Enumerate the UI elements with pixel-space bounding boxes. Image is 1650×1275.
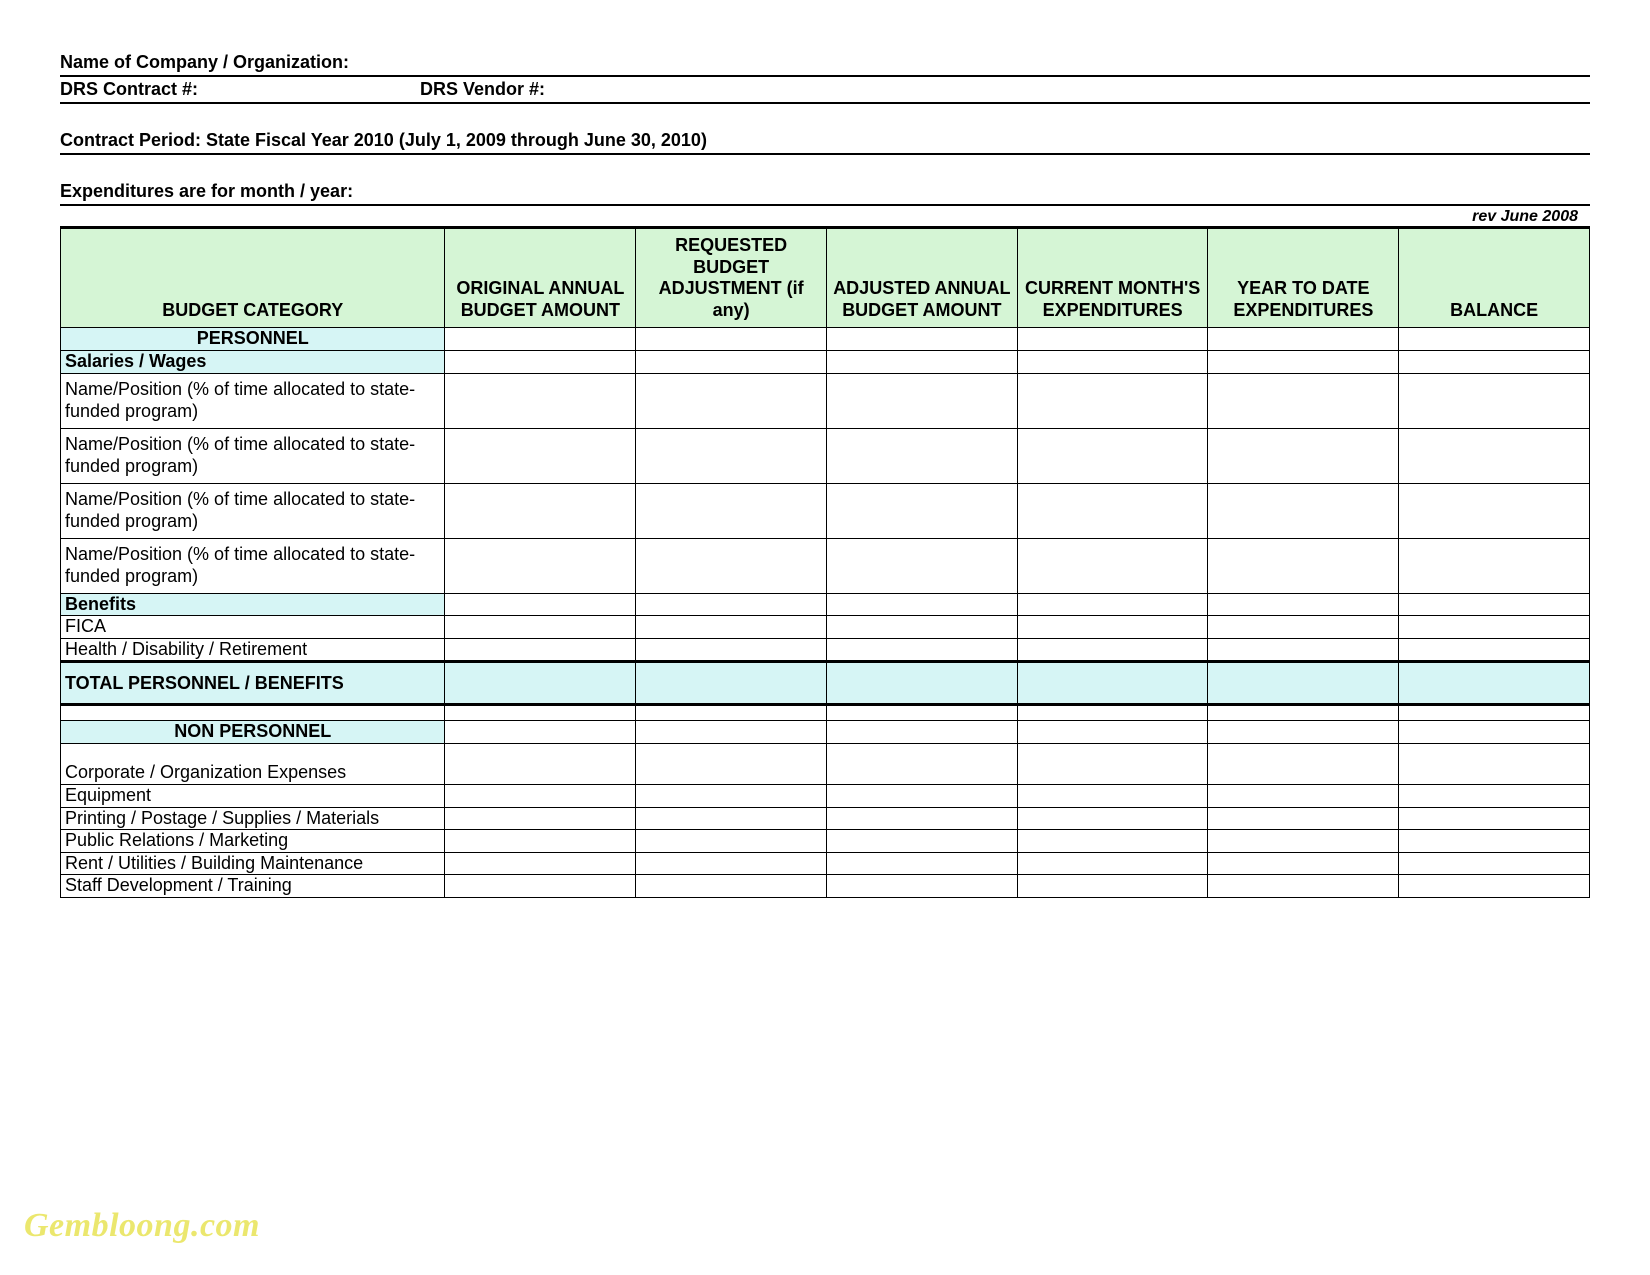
contract-vendor-row: DRS Contract #: DRS Vendor #: [60,77,1590,104]
table-row: Name/Position (% of time allocated to st… [61,373,1590,428]
table-row: Health / Disability / Retirement [61,638,1590,662]
col-adjusted: ADJUSTED ANNUAL BUDGET AMOUNT [826,228,1017,328]
watermark: Gembloong.com [24,1207,260,1245]
col-balance: BALANCE [1399,228,1590,328]
table-row: Public Relations / Marketing [61,830,1590,853]
col-original: ORIGINAL ANNUAL BUDGET AMOUNT [445,228,636,328]
budget-table: BUDGET CATEGORY ORIGINAL ANNUAL BUDGET A… [60,226,1590,898]
table-row: Rent / Utilities / Building Maintenance [61,852,1590,875]
salaries-header: Salaries / Wages [61,350,1590,373]
table-row: Equipment [61,784,1590,807]
month-label: Expenditures are for month / year: [60,179,1590,206]
revision-label: rev June 2008 [60,208,1590,226]
table-row: Name/Position (% of time allocated to st… [61,538,1590,593]
col-ytd: YEAR TO DATE EXPENDITURES [1208,228,1399,328]
benefits-header: Benefits [61,593,1590,616]
nonpersonnel-header: NON PERSONNEL [61,721,1590,744]
table-row: FICA [61,616,1590,639]
table-row: Name/Position (% of time allocated to st… [61,483,1590,538]
table-row: Staff Development / Training [61,875,1590,898]
period-label: Contract Period: State Fiscal Year 2010 … [60,128,1590,155]
vendor-label: DRS Vendor #: [420,79,1590,100]
table-row: Corporate / Organization Expenses [61,743,1590,784]
total-personnel-row: TOTAL PERSONNEL / BENEFITS [61,662,1590,705]
col-category: BUDGET CATEGORY [61,228,445,328]
column-header-row: BUDGET CATEGORY ORIGINAL ANNUAL BUDGET A… [61,228,1590,328]
table-spacer [61,705,1590,721]
table-row: Printing / Postage / Supplies / Material… [61,807,1590,830]
contract-label: DRS Contract #: [60,79,420,100]
table-row: Name/Position (% of time allocated to st… [61,428,1590,483]
company-label: Name of Company / Organization: [60,50,1590,77]
col-current-month: CURRENT MONTH'S EXPENDITURES [1017,228,1208,328]
personnel-header: PERSONNEL [61,328,1590,351]
col-requested: REQUESTED BUDGET ADJUSTMENT (if any) [636,228,827,328]
